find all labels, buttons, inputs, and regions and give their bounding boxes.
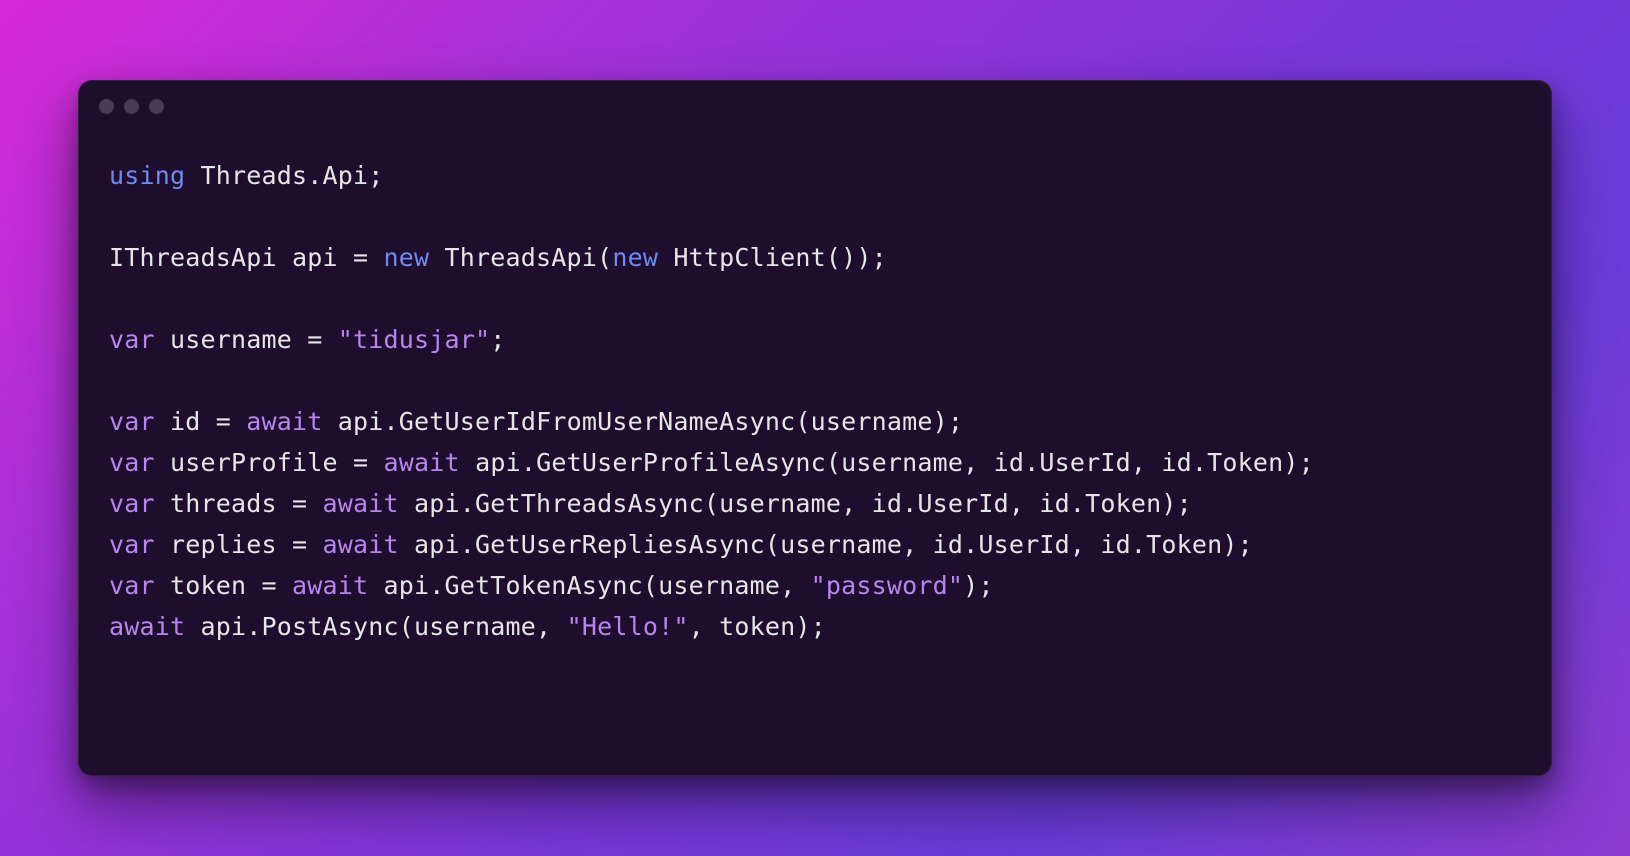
keyword-new: new bbox=[384, 243, 430, 272]
code-line-12: await api.PostAsync(username, "Hello!", … bbox=[109, 612, 826, 641]
keyword-await: await bbox=[246, 407, 322, 436]
keyword-await: await bbox=[323, 530, 399, 559]
code-line-11: var token = await api.GetTokenAsync(user… bbox=[109, 571, 994, 600]
string-literal: "Hello!" bbox=[567, 612, 689, 641]
code-line-5: var username = "tidusjar"; bbox=[109, 325, 506, 354]
keyword-var: var bbox=[109, 489, 155, 518]
keyword-await: await bbox=[323, 489, 399, 518]
traffic-light-minimize-icon[interactable] bbox=[124, 99, 139, 114]
string-literal: "password" bbox=[811, 571, 964, 600]
keyword-var: var bbox=[109, 571, 155, 600]
code-line-9: var threads = await api.GetThreadsAsync(… bbox=[109, 489, 1192, 518]
code-block: using Threads.Api; IThreadsApi api = new… bbox=[79, 131, 1551, 677]
keyword-var: var bbox=[109, 530, 155, 559]
keyword-await: await bbox=[384, 448, 460, 477]
traffic-light-zoom-icon[interactable] bbox=[149, 99, 164, 114]
keyword-var: var bbox=[109, 448, 155, 477]
code-window: using Threads.Api; IThreadsApi api = new… bbox=[78, 80, 1552, 776]
string-literal: "tidusjar" bbox=[338, 325, 491, 354]
keyword-await: await bbox=[292, 571, 368, 600]
window-titlebar bbox=[79, 81, 1551, 131]
code-line-10: var replies = await api.GetUserRepliesAs… bbox=[109, 530, 1253, 559]
code-line-7: var id = await api.GetUserIdFromUserName… bbox=[109, 407, 963, 436]
keyword-using: using bbox=[109, 161, 185, 190]
code-line-3: IThreadsApi api = new ThreadsApi(new Htt… bbox=[109, 243, 887, 272]
keyword-new: new bbox=[612, 243, 658, 272]
code-line-1: using Threads.Api; bbox=[109, 161, 384, 190]
keyword-var: var bbox=[109, 407, 155, 436]
code-line-8: var userProfile = await api.GetUserProfi… bbox=[109, 448, 1314, 477]
traffic-light-close-icon[interactable] bbox=[99, 99, 114, 114]
keyword-var: var bbox=[109, 325, 155, 354]
keyword-await: await bbox=[109, 612, 185, 641]
